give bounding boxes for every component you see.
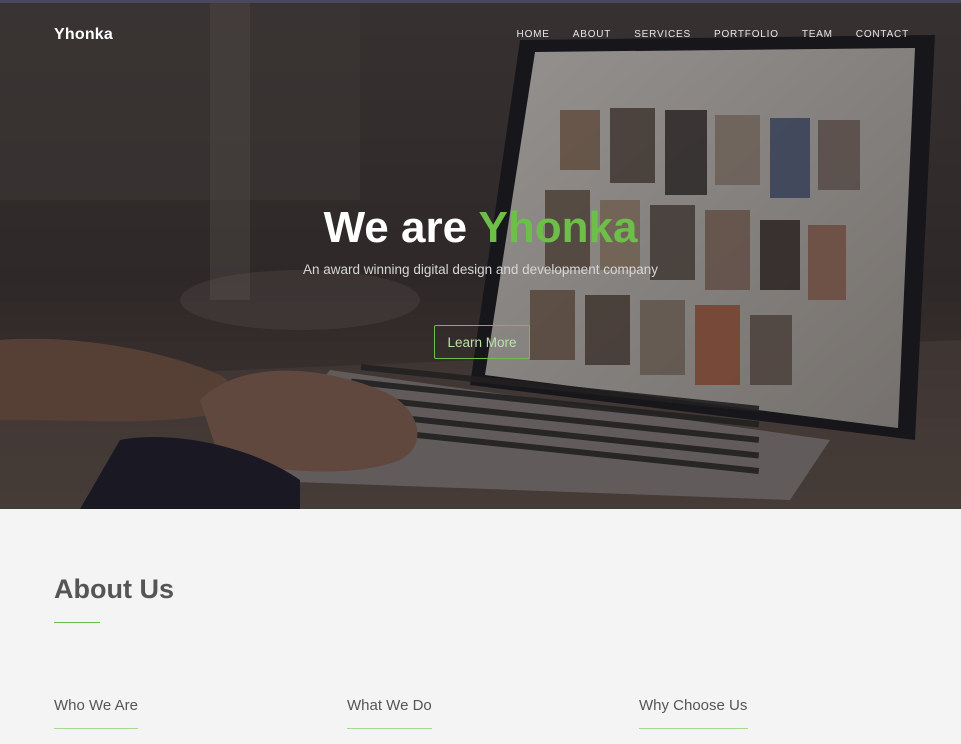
about-column-why: Why Choose Us xyxy=(639,697,748,729)
nav-team[interactable]: TEAM xyxy=(802,29,833,40)
learn-more-button[interactable]: Learn More xyxy=(434,325,530,359)
brand-logo[interactable]: Yhonka xyxy=(54,26,113,44)
about-title-underline xyxy=(54,622,100,623)
hero-title: We are Yhonka xyxy=(0,203,961,253)
navbar: Yhonka HOME ABOUT SERVICES PORTFOLIO TEA… xyxy=(0,0,961,70)
nav-contact[interactable]: CONTACT xyxy=(856,29,909,40)
top-strip xyxy=(0,0,961,3)
about-column-who: Who We Are xyxy=(54,697,138,729)
about-title: About Us xyxy=(54,574,174,604)
nav-links: HOME ABOUT SERVICES PORTFOLIO TEAM CONTA… xyxy=(494,29,909,40)
column-underline xyxy=(639,728,748,729)
nav-services[interactable]: SERVICES xyxy=(634,29,691,40)
column-underline xyxy=(54,728,138,729)
hero-content: We are Yhonka An award winning digital d… xyxy=(0,0,961,509)
hero-title-accent: Yhonka xyxy=(478,203,638,252)
column-underline xyxy=(347,728,432,729)
about-section: About Us Who We Are What We Do Why Choos… xyxy=(0,509,961,744)
hero-subtitle: An award winning digital design and deve… xyxy=(303,262,658,277)
hero-section: Yhonka HOME ABOUT SERVICES PORTFOLIO TEA… xyxy=(0,0,961,509)
about-column-what: What We Do xyxy=(347,697,432,729)
column-title-why-choose-us: Why Choose Us xyxy=(639,697,748,714)
nav-about[interactable]: ABOUT xyxy=(573,29,611,40)
nav-home[interactable]: HOME xyxy=(517,29,550,40)
column-title-what-we-do: What We Do xyxy=(347,697,432,714)
hero-title-prefix: We are xyxy=(323,203,479,252)
nav-portfolio[interactable]: PORTFOLIO xyxy=(714,29,779,40)
column-title-who-we-are: Who We Are xyxy=(54,697,138,714)
